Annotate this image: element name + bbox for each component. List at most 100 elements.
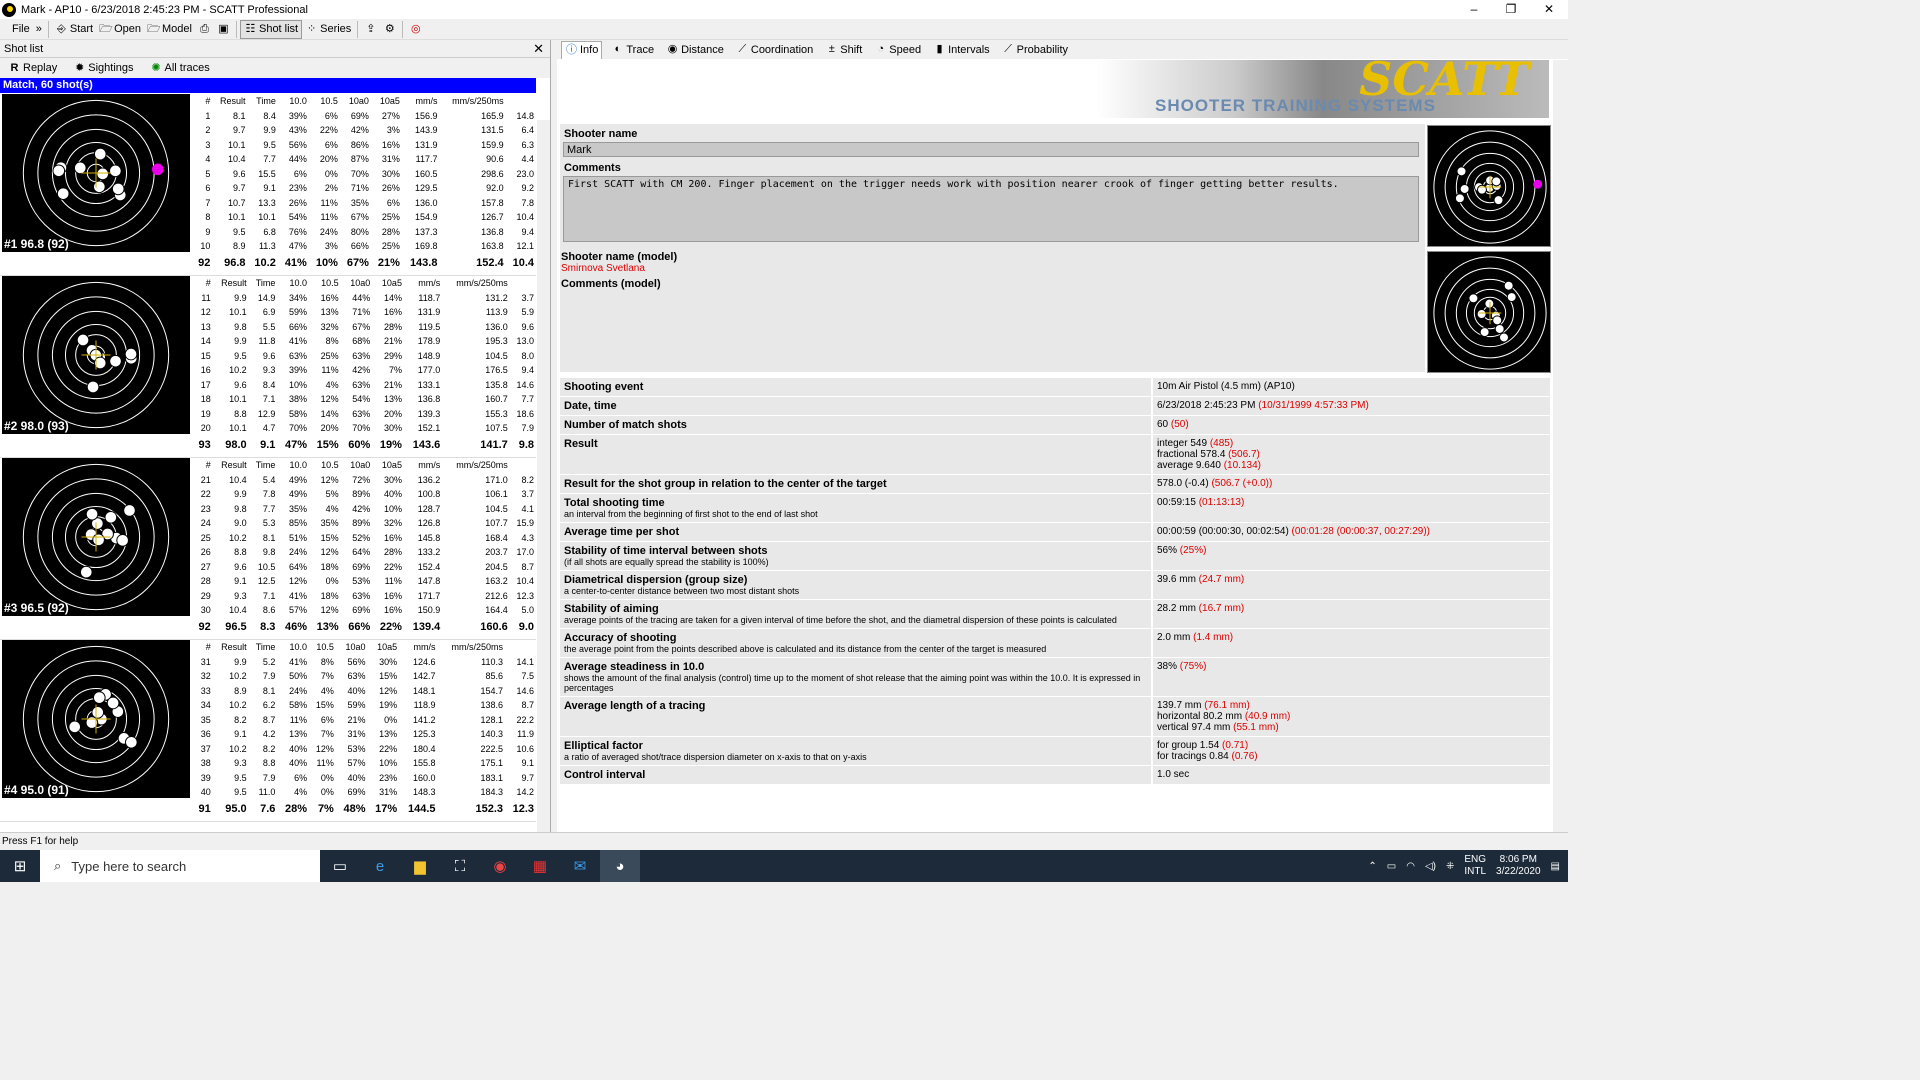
match-target-thumbnail[interactable] bbox=[1427, 125, 1551, 247]
tab-info[interactable]: ⓘ Info bbox=[561, 40, 603, 59]
mail-icon[interactable]: ✉ bbox=[560, 850, 600, 882]
shot-row[interactable]: 5 9.6 15.5 6% 0% 70% 30% 160.5 298.6 23.0 bbox=[193, 167, 536, 182]
series-target[interactable]: #3 96.5 (92) bbox=[2, 458, 190, 616]
chevron-up-icon[interactable]: ⌃ bbox=[1368, 861, 1376, 872]
series-target[interactable]: #2 98.0 (93) bbox=[2, 276, 190, 434]
shot-row[interactable]: 27 9.6 10.5 64% 18% 69% 22% 152.4 204.5 8.7 bbox=[193, 560, 536, 575]
help-button[interactable]: ◎ bbox=[406, 20, 425, 39]
shot-row[interactable]: 6 9.7 9.1 23% 2% 71% 26% 129.5 92.0 9.2 bbox=[193, 181, 536, 196]
minimize-button[interactable]: – bbox=[1455, 0, 1493, 19]
volume-icon[interactable]: ◁) bbox=[1425, 861, 1436, 872]
shot-row[interactable]: 4 10.4 7.7 44% 20% 87% 31% 117.7 90.6 4.4 bbox=[193, 152, 536, 167]
wifi-icon[interactable]: ◠ bbox=[1406, 861, 1415, 872]
shot-cell: 16% bbox=[383, 532, 402, 543]
shot-row[interactable]: 34 10.2 6.2 58% 15% 59% 19% 118.9 138.6 8.7 bbox=[193, 698, 536, 713]
office-icon[interactable]: ▦ bbox=[520, 850, 560, 882]
close-button[interactable]: ✕ bbox=[1530, 0, 1568, 19]
tab-speed[interactable]: ◔ Speed bbox=[871, 41, 924, 59]
open-button[interactable]: 🗁 Open bbox=[96, 20, 144, 39]
save-button[interactable]: ▣ bbox=[214, 20, 233, 39]
shot-cell: 8.7 bbox=[521, 700, 534, 711]
shot-row[interactable]: 13 9.8 5.5 66% 32% 67% 28% 119.5 136.0 9.6 bbox=[193, 320, 536, 335]
menu-overflow[interactable]: » bbox=[33, 20, 45, 39]
sightings-button[interactable]: ✹ Sightings bbox=[70, 59, 136, 78]
scatt-taskbar-icon[interactable]: ◕ bbox=[600, 850, 640, 882]
shot-row[interactable]: 35 8.2 8.7 11% 6% 21% 0% 141.2 128.1 22.2 bbox=[193, 713, 536, 728]
settings-button[interactable]: ⚙ bbox=[380, 20, 399, 39]
edge-browser-icon[interactable]: e bbox=[360, 850, 400, 882]
shot-row[interactable]: 24 9.0 5.3 85% 35% 89% 32% 126.8 107.7 15.9 bbox=[193, 516, 536, 531]
battery-icon[interactable]: ▭ bbox=[1387, 861, 1396, 872]
shot-row[interactable]: 33 8.9 8.1 24% 4% 40% 12% 148.1 154.7 14.6 bbox=[193, 684, 536, 699]
shot-row[interactable]: 32 10.2 7.9 50% 7% 63% 15% 142.7 85.6 7.5 bbox=[193, 669, 536, 684]
shot-row[interactable]: 9 9.5 6.8 76% 24% 80% 28% 137.3 136.8 9.4 bbox=[193, 225, 536, 240]
taskbar-search[interactable]: ⌕ Type here to search bbox=[40, 850, 320, 882]
shot-row[interactable]: 25 10.2 8.1 51% 15% 52% 16% 145.8 168.4 4.3 bbox=[193, 531, 536, 546]
shot-row[interactable]: 26 8.8 9.8 24% 12% 64% 28% 133.2 203.7 17.0 bbox=[193, 545, 536, 560]
shot-row[interactable]: 39 9.5 7.9 6% 0% 40% 23% 160.0 183.1 9.7 bbox=[193, 771, 536, 786]
shot-row[interactable]: 17 9.6 8.4 10% 4% 63% 21% 133.1 135.8 14.6 bbox=[193, 378, 536, 393]
right-scrollbar[interactable] bbox=[1553, 60, 1568, 832]
shot-row[interactable]: 18 10.1 7.1 38% 12% 54% 13% 136.8 160.7 7.7 bbox=[193, 392, 536, 407]
shot-row[interactable]: 3 10.1 9.5 56% 6% 86% 16% 131.9 159.9 6.3 bbox=[193, 138, 536, 153]
shot-row[interactable]: 36 9.1 4.2 13% 7% 31% 13% 125.3 140.3 11.9 bbox=[193, 727, 536, 742]
tab-shift[interactable]: ± Shift bbox=[822, 41, 865, 59]
shot-row[interactable]: 16 10.2 9.3 39% 11% 42% 7% 177.0 176.5 9.4 bbox=[193, 363, 536, 378]
shot-row[interactable]: 8 10.1 10.1 54% 11% 67% 25% 154.9 126.7 10.4 bbox=[193, 210, 536, 225]
clock[interactable]: 8:06 PM 3/22/2020 bbox=[1496, 854, 1541, 878]
task-view-icon[interactable]: ▭ bbox=[320, 850, 360, 882]
match-header[interactable]: Match, 60 shot(s) bbox=[0, 78, 536, 93]
tab-probability[interactable]: ⟋ Probability bbox=[999, 41, 1071, 59]
tab-intervals[interactable]: ▮ Intervals bbox=[930, 41, 993, 59]
series-target[interactable]: #4 95.0 (91) bbox=[2, 640, 190, 798]
shot-row[interactable]: 7 10.7 13.3 26% 11% 35% 6% 136.0 157.8 7.8 bbox=[193, 196, 536, 211]
shot-row[interactable]: 11 9.9 14.9 34% 16% 44% 14% 118.7 131.2 3.7 bbox=[193, 291, 536, 306]
shot-row[interactable]: 1 8.1 8.4 39% 6% 69% 27% 156.9 165.9 14.8 bbox=[193, 109, 536, 124]
series-target[interactable]: #1 96.8 (92) bbox=[2, 94, 190, 252]
shot-row[interactable]: 38 9.3 8.8 40% 11% 57% 10% 155.8 175.1 9.1 bbox=[193, 756, 536, 771]
store-icon[interactable]: ⛶ bbox=[440, 850, 480, 882]
tab-distance[interactable]: ◉ Distance bbox=[663, 41, 727, 59]
windows-start-icon[interactable]: ⊞ bbox=[0, 850, 40, 882]
shot-row[interactable]: 30 10.4 8.6 57% 12% 69% 16% 150.9 164.4 5.0 bbox=[193, 603, 536, 618]
series-button[interactable]: ⁘ Series bbox=[302, 20, 354, 39]
shot-row[interactable]: 31 9.9 5.2 41% 8% 56% 30% 124.6 110.3 14.1 bbox=[193, 655, 536, 670]
notification-icon[interactable]: ▤ bbox=[1551, 861, 1560, 872]
shot-row[interactable]: 12 10.1 6.9 59% 13% 71% 16% 131.9 113.9 5.9 bbox=[193, 305, 536, 320]
model-target-thumbnail[interactable] bbox=[1427, 251, 1551, 373]
shot-row[interactable]: 14 9.9 11.8 41% 8% 68% 21% 178.9 195.3 13.0 bbox=[193, 334, 536, 349]
tab-coordination[interactable]: ⟋ Coordination bbox=[733, 41, 816, 59]
shot-row[interactable]: 40 9.5 11.0 4% 0% 69% 31% 148.3 184.3 14.2 bbox=[193, 785, 536, 800]
shot-list-button[interactable]: ☷ Shot list bbox=[239, 19, 303, 39]
shot-row[interactable]: 22 9.9 7.8 49% 5% 89% 40% 100.8 106.1 3.7 bbox=[193, 487, 536, 502]
left-scrollbar[interactable] bbox=[537, 120, 550, 870]
shot-row[interactable]: 23 9.8 7.7 35% 4% 42% 10% 128.7 104.5 4.1 bbox=[193, 502, 536, 517]
shot-row[interactable]: 2 9.7 9.9 43% 22% 42% 3% 143.9 131.5 6.4 bbox=[193, 123, 536, 138]
shot-row[interactable]: 21 10.4 5.4 49% 12% 72% 30% 136.2 171.0 8.2 bbox=[193, 473, 536, 488]
shot-row[interactable]: 29 9.3 7.1 41% 18% 63% 16% 171.7 212.6 12.3 bbox=[193, 589, 536, 604]
shot-row[interactable]: 15 9.5 9.6 63% 25% 63% 29% 148.9 104.5 8.0 bbox=[193, 349, 536, 364]
tab-trace[interactable]: ◐ Trace bbox=[608, 41, 657, 59]
file-explorer-icon[interactable]: ▆ bbox=[400, 850, 440, 882]
model-button[interactable]: 🗁 Model bbox=[144, 20, 195, 39]
network-icon[interactable]: ⁜ bbox=[1446, 861, 1454, 872]
shot-cell: 156.9 bbox=[414, 110, 438, 121]
shot-row[interactable]: 28 9.1 12.5 12% 0% 53% 11% 147.8 163.2 10.4 bbox=[193, 574, 536, 589]
replay-button[interactable]: R Replay bbox=[5, 59, 60, 78]
shot-row[interactable]: 19 8.8 12.9 58% 14% 63% 20% 139.3 155.3 18.6 bbox=[193, 407, 536, 422]
comments-field[interactable]: First SCATT with CM 200. Finger placemen… bbox=[563, 176, 1419, 242]
shot-row[interactable]: 10 8.9 11.3 47% 3% 66% 25% 169.8 163.8 12.1 bbox=[193, 239, 536, 254]
maximize-button[interactable]: ❐ bbox=[1492, 0, 1530, 19]
close-panel-icon[interactable]: ✕ bbox=[533, 41, 544, 57]
shot-row[interactable]: 20 10.1 4.7 70% 20% 70% 30% 152.1 107.5 7.9 bbox=[193, 421, 536, 436]
language-indicator[interactable]: ENG INTL bbox=[1464, 854, 1486, 878]
file-menu[interactable]: File bbox=[0, 20, 33, 39]
start-button[interactable]: ⎆ Start bbox=[52, 20, 96, 39]
export-button[interactable]: ⇪ bbox=[361, 20, 380, 39]
shot-cell: 7.8 bbox=[521, 197, 534, 208]
print-button[interactable]: ⎙ bbox=[195, 20, 214, 39]
shooter-name-field[interactable]: Mark bbox=[563, 142, 1419, 157]
chrome-icon[interactable]: ◉ bbox=[480, 850, 520, 882]
shot-row[interactable]: 37 10.2 8.2 40% 12% 53% 22% 180.4 222.5 10.6 bbox=[193, 742, 536, 757]
all-traces-button[interactable]: ✺ All traces bbox=[147, 59, 213, 78]
